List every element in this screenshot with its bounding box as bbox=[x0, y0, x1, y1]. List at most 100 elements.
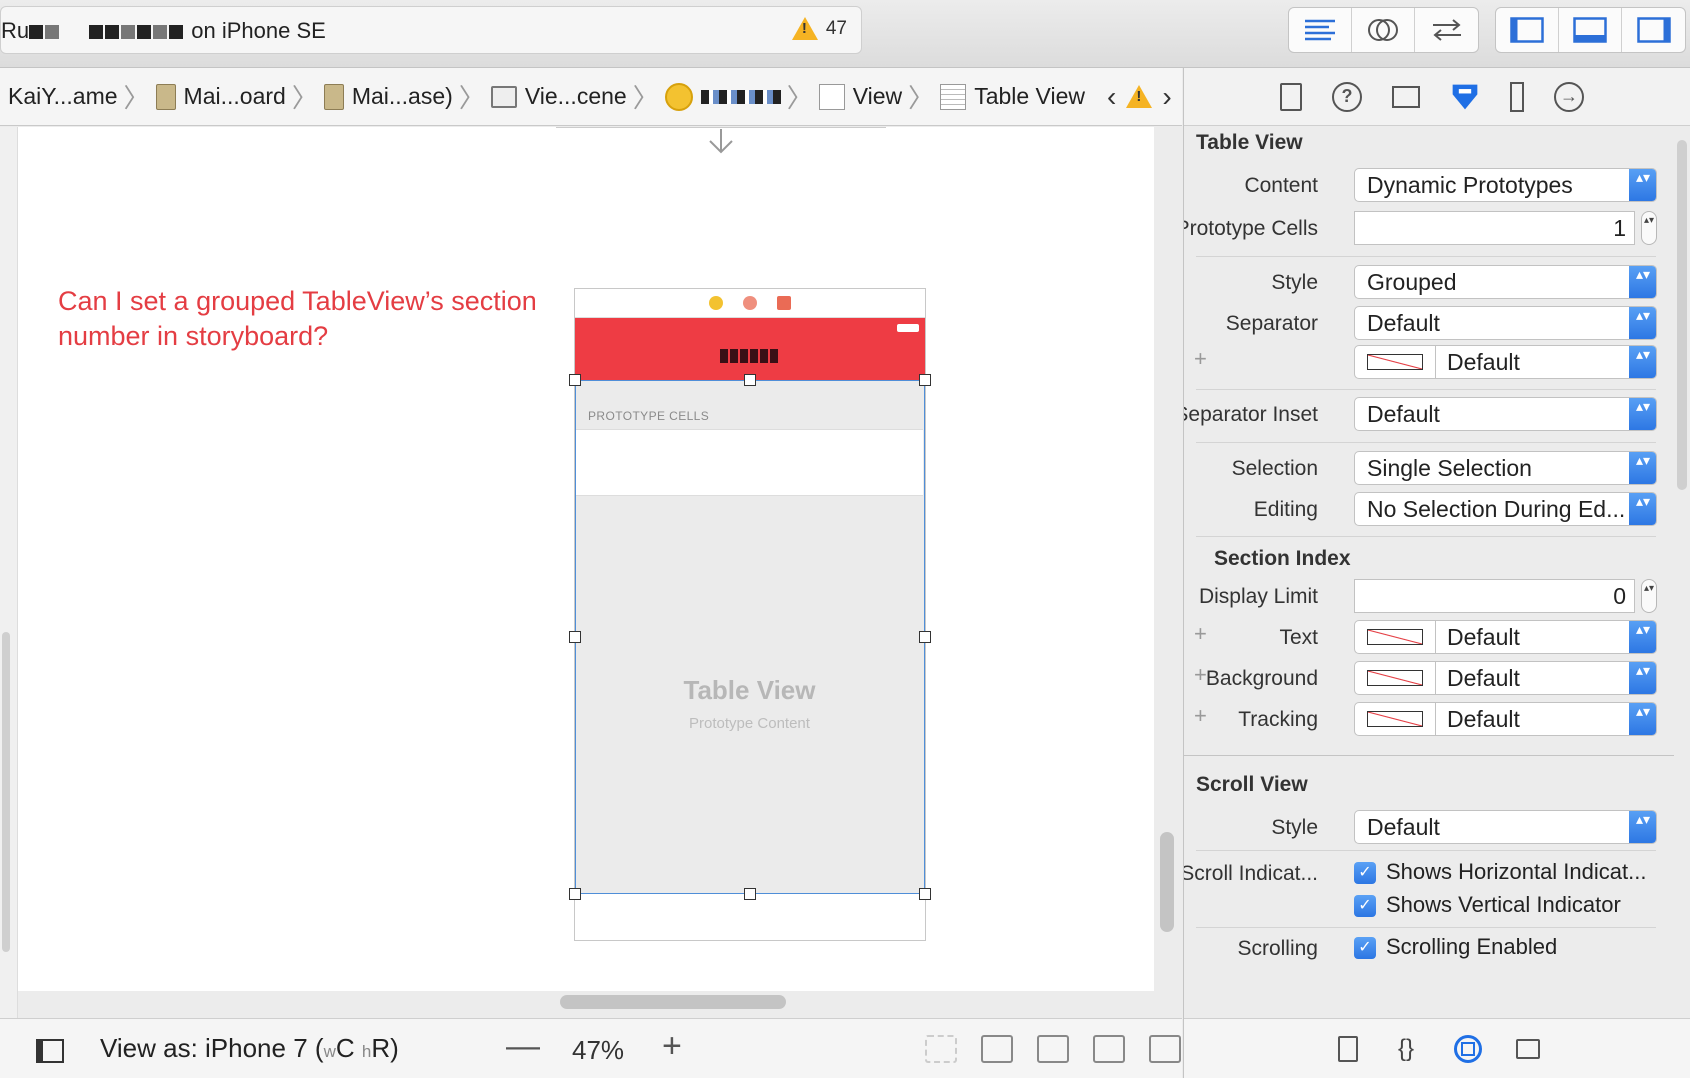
style-popup[interactable]: Grouped ▴▾ bbox=[1354, 265, 1657, 299]
attributes-inspector-icon[interactable] bbox=[1450, 82, 1480, 112]
scene-view-controller[interactable]: PROTOTYPE CELLS Table View Prototype Con… bbox=[569, 288, 931, 941]
navigation-bar[interactable] bbox=[575, 318, 925, 380]
resolve-auto-layout-icon[interactable] bbox=[1149, 1035, 1181, 1063]
editing-popup[interactable]: No Selection During Ed... ▴▾ bbox=[1354, 492, 1657, 526]
scene-dock bbox=[575, 289, 925, 318]
breadcrumb-label: Table View bbox=[974, 83, 1085, 109]
resize-handle-top[interactable] bbox=[744, 374, 756, 386]
object-library-icon[interactable] bbox=[1454, 1034, 1482, 1063]
redacted-name bbox=[700, 89, 781, 104]
color-well[interactable] bbox=[1367, 354, 1423, 370]
prototype-cell[interactable] bbox=[576, 429, 923, 496]
add-variation-button[interactable]: + bbox=[1194, 662, 1207, 688]
storyboard-canvas[interactable]: Can I set a grouped TableView’s section … bbox=[18, 127, 1154, 991]
redacted-block bbox=[89, 25, 104, 39]
standard-editor-button[interactable] bbox=[1289, 8, 1352, 52]
color-well[interactable] bbox=[1367, 711, 1423, 727]
canvas-horizontal-scrollbar[interactable] bbox=[560, 995, 786, 1009]
selection-popup[interactable]: Single Selection ▴▾ bbox=[1354, 451, 1657, 485]
breadcrumb-label: View bbox=[852, 83, 903, 109]
shows-vertical-checkbox[interactable]: ✓ bbox=[1354, 895, 1376, 917]
update-frames-icon[interactable] bbox=[925, 1035, 957, 1063]
inspector-scrollbar[interactable] bbox=[1677, 140, 1687, 490]
color-well[interactable] bbox=[1367, 670, 1423, 686]
index-text-color-popup[interactable]: Default ▴▾ bbox=[1354, 620, 1657, 654]
scrolling-enabled-checkbox[interactable]: ✓ bbox=[1354, 937, 1376, 959]
prototype-cells-field[interactable]: 1 bbox=[1354, 211, 1635, 245]
file-inspector-icon[interactable] bbox=[1280, 82, 1302, 111]
table-view[interactable]: PROTOTYPE CELLS Table View Prototype Con… bbox=[575, 380, 925, 894]
first-responder-icon[interactable] bbox=[743, 296, 757, 310]
toggle-debug-area-button[interactable] bbox=[1559, 8, 1622, 52]
next-issue-button[interactable]: › bbox=[1162, 81, 1171, 113]
file-template-library-icon[interactable] bbox=[1338, 1035, 1358, 1062]
scene-icon bbox=[490, 85, 517, 108]
scroll-style-value: Default bbox=[1367, 814, 1440, 840]
breadcrumb-storyboard[interactable]: Mai...oard bbox=[155, 83, 286, 110]
display-limit-stepper[interactable]: ▴▾ bbox=[1641, 579, 1657, 613]
scroll-style-popup[interactable]: Default ▴▾ bbox=[1354, 810, 1657, 844]
breadcrumb-view-controller[interactable] bbox=[664, 82, 781, 111]
size-class-open-paren: ( bbox=[314, 1033, 324, 1063]
breadcrumb-scene[interactable]: Vie...cene bbox=[490, 83, 627, 110]
breadcrumb-storyboard-base[interactable]: Mai...ase) bbox=[323, 83, 453, 110]
zoom-in-button[interactable]: + bbox=[662, 1027, 682, 1066]
redacted-block bbox=[169, 25, 184, 39]
add-variation-button[interactable]: + bbox=[1194, 703, 1207, 729]
separator-color-popup[interactable]: Default ▴▾ bbox=[1354, 345, 1657, 379]
zoom-out-button[interactable]: — bbox=[506, 1027, 540, 1066]
outline-scrollbar[interactable] bbox=[2, 632, 10, 952]
toggle-utilities-button[interactable] bbox=[1622, 8, 1685, 52]
add-variation-button[interactable]: + bbox=[1194, 621, 1207, 647]
exit-icon[interactable] bbox=[777, 296, 791, 310]
add-constraints-icon[interactable] bbox=[1093, 1035, 1125, 1063]
view-as-device[interactable]: View as: iPhone 7 (wC hR) bbox=[100, 1033, 399, 1064]
code-snippet-library-icon[interactable]: {} bbox=[1392, 1035, 1420, 1063]
document-outline-toggle-icon[interactable] bbox=[36, 1039, 64, 1063]
connections-inspector-icon[interactable]: → bbox=[1554, 81, 1584, 112]
separator-inset-popup[interactable]: Default ▴▾ bbox=[1354, 397, 1657, 431]
breadcrumb-table-view[interactable]: Table View bbox=[940, 83, 1085, 110]
separator-popup[interactable]: Default ▴▾ bbox=[1354, 306, 1657, 340]
view-controller-icon[interactable] bbox=[709, 296, 723, 310]
media-library-icon[interactable] bbox=[1516, 1038, 1540, 1059]
breadcrumb-view[interactable]: View bbox=[818, 83, 903, 110]
shows-horizontal-checkbox[interactable]: ✓ bbox=[1354, 862, 1376, 884]
index-background-color-popup[interactable]: Default ▴▾ bbox=[1354, 661, 1657, 695]
color-well[interactable] bbox=[1367, 629, 1423, 645]
toggle-navigator-button[interactable] bbox=[1496, 8, 1559, 52]
size-inspector-icon[interactable] bbox=[1510, 81, 1524, 112]
content-popup[interactable]: Dynamic Prototypes ▴▾ bbox=[1354, 168, 1657, 202]
resize-handle-bottom-left[interactable] bbox=[569, 888, 581, 900]
standard-editor-icon bbox=[1305, 19, 1335, 41]
chevron-right-icon: 〉 bbox=[632, 83, 659, 113]
canvas-vertical-scrollbar[interactable] bbox=[1160, 832, 1174, 932]
version-editor-button[interactable] bbox=[1415, 8, 1478, 52]
resize-handle-bottom[interactable] bbox=[744, 888, 756, 900]
assistant-editor-button[interactable] bbox=[1352, 8, 1415, 52]
embed-in-stack-icon[interactable] bbox=[981, 1035, 1013, 1063]
editing-value: No Selection During Ed... bbox=[1367, 496, 1626, 522]
text-label: Text bbox=[1279, 626, 1318, 649]
breadcrumb-project[interactable]: KaiY...ame bbox=[8, 83, 118, 110]
resize-handle-right[interactable] bbox=[919, 631, 931, 643]
quick-help-icon[interactable]: ? bbox=[1332, 81, 1362, 112]
identity-inspector-icon[interactable] bbox=[1392, 85, 1420, 108]
prototype-cells-stepper[interactable]: ▴▾ bbox=[1641, 211, 1657, 245]
resize-handle-bottom-right[interactable] bbox=[919, 888, 931, 900]
resize-handle-top-right[interactable] bbox=[919, 374, 931, 386]
warning-indicator[interactable]: 47 bbox=[791, 17, 847, 40]
resize-handle-left[interactable] bbox=[569, 631, 581, 643]
resize-handle-top-left[interactable] bbox=[569, 374, 581, 386]
align-icon[interactable] bbox=[1037, 1035, 1069, 1063]
layout-tools bbox=[925, 1035, 1181, 1063]
display-limit-field[interactable]: 0 bbox=[1354, 579, 1635, 613]
previous-issue-button[interactable]: ‹ bbox=[1107, 81, 1116, 113]
warning-icon[interactable] bbox=[1126, 85, 1153, 108]
add-variation-button[interactable]: + bbox=[1194, 346, 1207, 372]
divider bbox=[1196, 442, 1656, 443]
chevron-right-icon: 〉 bbox=[786, 83, 813, 113]
index-tracking-color-popup[interactable]: Default ▴▾ bbox=[1354, 702, 1657, 736]
divider bbox=[1196, 389, 1656, 390]
popup-arrows-icon: ▴▾ bbox=[1629, 662, 1656, 694]
